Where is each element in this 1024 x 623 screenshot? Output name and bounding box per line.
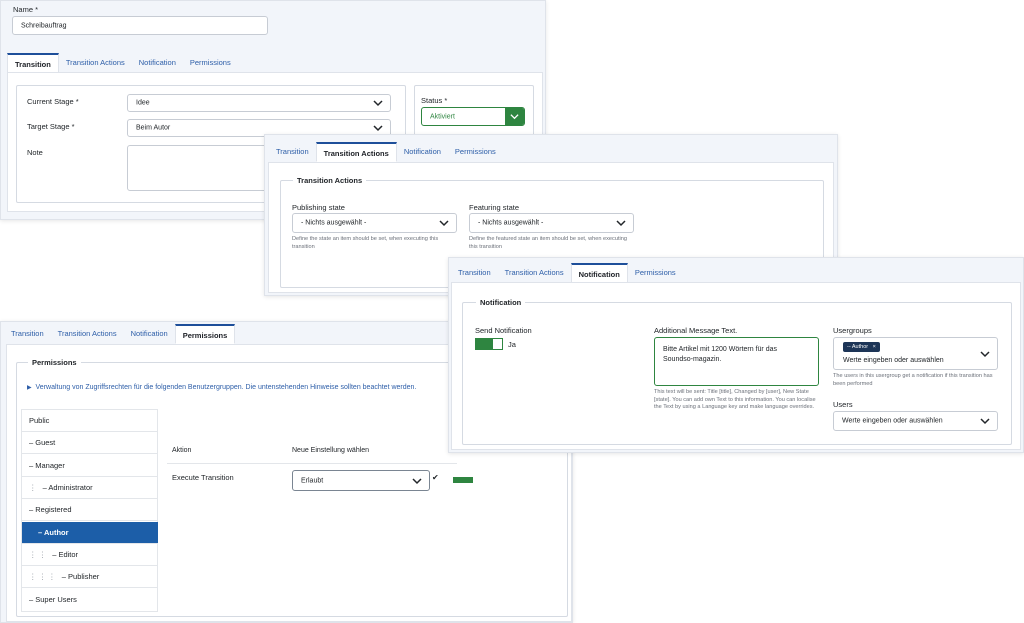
chevron-down-icon: [373, 100, 383, 107]
publishing-help: Define the state an item should be set, …: [292, 236, 439, 250]
chevron-down-icon: [616, 220, 626, 227]
notification-card: Notification Send Notification Ja Additi…: [451, 282, 1021, 450]
tab-transition[interactable]: Transition: [451, 263, 498, 283]
send-notification-switch[interactable]: [475, 338, 503, 350]
name-input[interactable]: Schreibauftrag: [12, 16, 268, 35]
indent-dots: ⋮ ⋮ ⋮: [29, 572, 56, 581]
tab-transition[interactable]: Transition: [4, 324, 51, 344]
header-divider: [167, 463, 457, 464]
notification-legend: Notification: [476, 298, 526, 307]
indent-dots: ⋮ ⋮: [29, 550, 47, 559]
current-stage-select[interactable]: Idee: [127, 94, 391, 112]
chevron-down-icon: [510, 114, 519, 120]
tab-bar: Transition Transition Actions Notificati…: [7, 53, 238, 73]
tab-notification[interactable]: Notification: [570, 263, 628, 283]
message-label: Additional Message Text.: [654, 326, 738, 335]
message-textarea[interactable]: Bitte Artikel mit 1200 Wörtern für das S…: [654, 337, 819, 386]
tab-notification[interactable]: Notification: [397, 142, 448, 162]
tab-permissions[interactable]: Permissions: [174, 324, 236, 344]
group-public[interactable]: Public: [22, 410, 158, 432]
target-stage-label: Target Stage *: [27, 122, 75, 131]
permissions-legend: Permissions: [28, 358, 81, 367]
group-manager[interactable]: – Manager: [22, 455, 158, 477]
group-administrator[interactable]: ⋮ – Administrator: [22, 477, 158, 499]
group-super-users[interactable]: – Super Users: [22, 589, 158, 611]
chevron-down-icon: [980, 350, 990, 357]
tab-permissions[interactable]: Permissions: [628, 263, 683, 283]
tab-notification[interactable]: Notification: [132, 53, 183, 73]
featuring-state-label: Featuring state: [469, 203, 520, 212]
name-label: Name *: [13, 5, 39, 14]
users-label: Users: [833, 400, 853, 409]
close-icon[interactable]: ×: [873, 344, 876, 350]
notification-panel: Transition Transition Actions Notificati…: [448, 257, 1024, 453]
chevron-down-icon: [373, 125, 383, 132]
check-icon: ✔: [432, 473, 439, 482]
group-author[interactable]: – Author: [22, 522, 158, 544]
status-toggle-button[interactable]: [505, 108, 524, 125]
usergroups-label: Usergroups: [833, 326, 872, 335]
chevron-down-icon: [412, 477, 422, 484]
usergroups-placeholder: Werte eingeben oder auswählen: [843, 357, 944, 364]
featuring-help: Define the featured state an item should…: [469, 236, 627, 250]
allowed-badge: [453, 477, 473, 483]
group-editor[interactable]: ⋮ ⋮ – Editor: [22, 544, 158, 566]
indent-dots: ⋮: [29, 483, 37, 492]
tab-notification[interactable]: Notification: [124, 324, 175, 344]
group-publisher[interactable]: ⋮ ⋮ ⋮ – Publisher: [22, 566, 158, 588]
tab-transition-actions[interactable]: Transition Actions: [498, 263, 571, 283]
status-select[interactable]: Aktiviert: [421, 107, 525, 126]
chevron-down-icon: [980, 418, 990, 425]
publishing-state-select[interactable]: - Nichts ausgewählt -: [292, 213, 457, 233]
usergroup-list: Public – Guest – Manager ⋮ – Administrat…: [21, 409, 158, 612]
tab-transition[interactable]: Transition: [7, 53, 59, 73]
tab-bar: Transition Transition Actions Notificati…: [269, 142, 503, 162]
permissions-info-text: Verwaltung von Zugriffsrechten für die f…: [35, 384, 417, 391]
publishing-state-label: Publishing state: [292, 203, 345, 212]
action-column-header: Aktion: [172, 447, 192, 454]
tab-transition-actions[interactable]: Transition Actions: [59, 53, 132, 73]
tab-permissions[interactable]: Permissions: [183, 53, 238, 73]
usergroup-chip[interactable]: -- Author ×: [843, 342, 880, 352]
permissions-info[interactable]: ▶ Verwaltung von Zugriffsrechten für die…: [27, 384, 416, 391]
tab-bar: Transition Transition Actions Notificati…: [451, 263, 683, 283]
status-label: Status *: [421, 96, 448, 105]
group-registered[interactable]: – Registered: [22, 499, 158, 521]
chip-label: -- Author: [847, 344, 869, 350]
setting-column-header: Neue Einstellung wählen: [292, 447, 370, 454]
execute-transition-label: Execute Transition: [172, 473, 234, 482]
group-guest[interactable]: – Guest: [22, 432, 158, 454]
transition-actions-legend: Transition Actions: [293, 176, 367, 185]
tab-transition[interactable]: Transition: [269, 142, 316, 162]
note-label: Note: [27, 148, 43, 157]
message-help: This text will be sent: Title [title], C…: [654, 389, 816, 410]
chevron-down-icon: [439, 220, 449, 227]
users-select[interactable]: Werte eingeben oder auswählen: [833, 411, 998, 431]
tab-transition-actions[interactable]: Transition Actions: [315, 142, 397, 162]
tab-permissions[interactable]: Permissions: [448, 142, 503, 162]
featuring-state-select[interactable]: - Nichts ausgewählt -: [469, 213, 634, 233]
switch-knob: [476, 339, 493, 349]
send-notification-value: Ja: [508, 340, 516, 349]
send-notification-label: Send Notification: [475, 326, 532, 335]
usergroups-help: The users in this usergroup get a notifi…: [833, 373, 993, 387]
current-stage-label: Current Stage *: [27, 97, 79, 106]
tab-transition-actions[interactable]: Transition Actions: [51, 324, 124, 344]
usergroups-select[interactable]: -- Author × Werte eingeben oder auswähle…: [833, 337, 998, 370]
permission-select[interactable]: Erlaubt: [292, 470, 430, 491]
info-caret-icon: ▶: [27, 385, 32, 391]
tab-bar: Transition Transition Actions Notificati…: [4, 324, 236, 344]
